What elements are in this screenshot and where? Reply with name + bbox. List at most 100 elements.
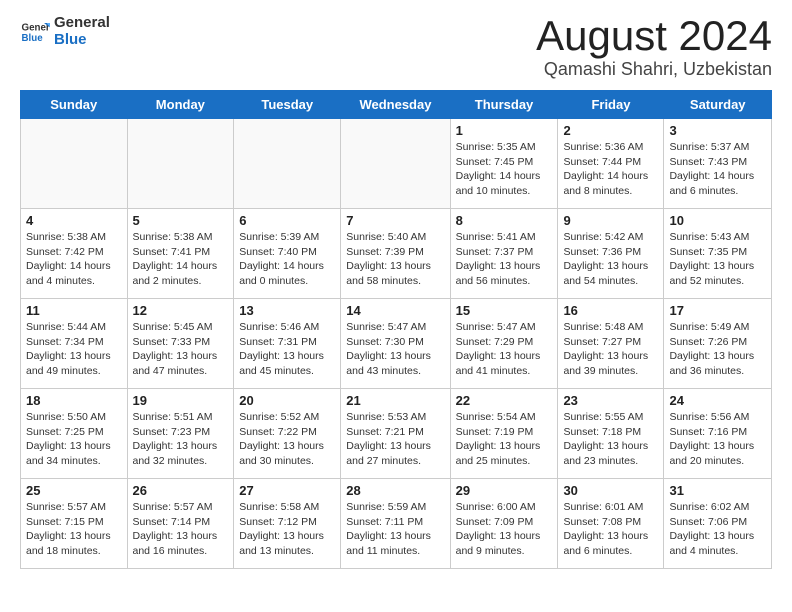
day-number: 22 <box>456 393 553 408</box>
month-title: August 2024 <box>536 15 772 57</box>
day-cell-4-1: 26 Sunrise: 5:57 AM Sunset: 7:14 PM Dayli… <box>127 479 234 569</box>
col-saturday: Saturday <box>664 91 772 119</box>
day-cell-2-2: 13Sunrise: 5:46 AM Sunset: 7:31 PM Dayli… <box>234 299 341 389</box>
week-row-5: 25 Sunrise: 5:57 AM Sunset: 7:15 PM Dayli… <box>21 479 772 569</box>
day-cell-3-2: 20Sunrise: 5:52 AM Sunset: 7:22 PM Dayli… <box>234 389 341 479</box>
day-info: Sunrise: 5:58 AM Sunset: 7:12 PM Dayligh… <box>239 500 335 559</box>
day-cell-0-4: 1 Sunrise: 5:35 AM Sunset: 7:45 PM Daylig… <box>450 119 558 209</box>
day-cell-2-1: 12 Sunrise: 5:45 AM Sunset: 7:33 PM Dayli… <box>127 299 234 389</box>
days-of-week-row: Sunday Monday Tuesday Wednesday Thursday… <box>21 91 772 119</box>
day-number: 15 <box>456 303 553 318</box>
day-cell-3-0: 18Sunrise: 5:50 AM Sunset: 7:25 PM Dayli… <box>21 389 128 479</box>
day-number: 1 <box>456 123 553 138</box>
day-number: 2 <box>563 123 658 138</box>
day-cell-3-3: 21 Sunrise: 5:53 AM Sunset: 7:21 PM Dayli… <box>341 389 450 479</box>
col-friday: Friday <box>558 91 664 119</box>
page-header: General Blue General Blue August 2024 Qa… <box>0 0 792 90</box>
day-info: Sunrise: 5:49 AM Sunset: 7:26 PM Dayligh… <box>669 320 766 379</box>
day-number: 19 <box>133 393 229 408</box>
day-cell-1-4: 8 Sunrise: 5:41 AM Sunset: 7:37 PM Daylig… <box>450 209 558 299</box>
day-info: Sunrise: 6:01 AM Sunset: 7:08 PM Dayligh… <box>563 500 658 559</box>
day-info: Sunrise: 5:53 AM Sunset: 7:21 PM Dayligh… <box>346 410 444 469</box>
day-info: Sunrise: 5:48 AM Sunset: 7:27 PM Dayligh… <box>563 320 658 379</box>
day-cell-0-2 <box>234 119 341 209</box>
day-info: Sunrise: 5:45 AM Sunset: 7:33 PM Dayligh… <box>133 320 229 379</box>
day-info: Sunrise: 5:55 AM Sunset: 7:18 PM Dayligh… <box>563 410 658 469</box>
day-cell-3-5: 23 Sunrise: 5:55 AM Sunset: 7:18 PM Dayli… <box>558 389 664 479</box>
day-info: Sunrise: 5:46 AM Sunset: 7:31 PM Dayligh… <box>239 320 335 379</box>
day-cell-4-2: 27Sunrise: 5:58 AM Sunset: 7:12 PM Dayli… <box>234 479 341 569</box>
day-cell-2-6: 17Sunrise: 5:49 AM Sunset: 7:26 PM Dayli… <box>664 299 772 389</box>
day-info: Sunrise: 5:51 AM Sunset: 7:23 PM Dayligh… <box>133 410 229 469</box>
day-cell-2-0: 11 Sunrise: 5:44 AM Sunset: 7:34 PM Dayli… <box>21 299 128 389</box>
day-cell-0-1 <box>127 119 234 209</box>
day-number: 6 <box>239 213 335 228</box>
day-cell-3-4: 22Sunrise: 5:54 AM Sunset: 7:19 PM Dayli… <box>450 389 558 479</box>
calendar-header: Sunday Monday Tuesday Wednesday Thursday… <box>21 91 772 119</box>
day-cell-0-3 <box>341 119 450 209</box>
day-cell-1-1: 5 Sunrise: 5:38 AM Sunset: 7:41 PM Daylig… <box>127 209 234 299</box>
day-number: 8 <box>456 213 553 228</box>
col-tuesday: Tuesday <box>234 91 341 119</box>
day-cell-1-5: 9Sunrise: 5:42 AM Sunset: 7:36 PM Daylig… <box>558 209 664 299</box>
day-number: 5 <box>133 213 229 228</box>
day-number: 28 <box>346 483 444 498</box>
day-cell-0-5: 2Sunrise: 5:36 AM Sunset: 7:44 PM Daylig… <box>558 119 664 209</box>
day-number: 11 <box>26 303 122 318</box>
logo-name-blue: Blue <box>54 32 110 49</box>
day-number: 12 <box>133 303 229 318</box>
day-info: Sunrise: 5:42 AM Sunset: 7:36 PM Dayligh… <box>563 230 658 289</box>
day-number: 3 <box>669 123 766 138</box>
day-number: 4 <box>26 213 122 228</box>
day-cell-3-6: 24 Sunrise: 5:56 AM Sunset: 7:16 PM Dayli… <box>664 389 772 479</box>
week-row-1: 1 Sunrise: 5:35 AM Sunset: 7:45 PM Daylig… <box>21 119 772 209</box>
day-cell-2-3: 14Sunrise: 5:47 AM Sunset: 7:30 PM Dayli… <box>341 299 450 389</box>
calendar-body: 1 Sunrise: 5:35 AM Sunset: 7:45 PM Daylig… <box>21 119 772 569</box>
day-number: 20 <box>239 393 335 408</box>
day-cell-4-0: 25 Sunrise: 5:57 AM Sunset: 7:15 PM Dayli… <box>21 479 128 569</box>
day-cell-0-6: 3 Sunrise: 5:37 AM Sunset: 7:43 PM Daylig… <box>664 119 772 209</box>
day-cell-1-3: 7Sunrise: 5:40 AM Sunset: 7:39 PM Daylig… <box>341 209 450 299</box>
day-info: Sunrise: 5:37 AM Sunset: 7:43 PM Dayligh… <box>669 140 766 199</box>
day-number: 26 <box>133 483 229 498</box>
title-block: August 2024 Qamashi Shahri, Uzbekistan <box>536 15 772 80</box>
day-info: Sunrise: 5:41 AM Sunset: 7:37 PM Dayligh… <box>456 230 553 289</box>
day-cell-2-5: 16 Sunrise: 5:48 AM Sunset: 7:27 PM Dayli… <box>558 299 664 389</box>
col-sunday: Sunday <box>21 91 128 119</box>
day-info: Sunrise: 5:38 AM Sunset: 7:41 PM Dayligh… <box>133 230 229 289</box>
col-thursday: Thursday <box>450 91 558 119</box>
day-info: Sunrise: 5:38 AM Sunset: 7:42 PM Dayligh… <box>26 230 122 289</box>
day-number: 31 <box>669 483 766 498</box>
day-number: 29 <box>456 483 553 498</box>
week-row-4: 18Sunrise: 5:50 AM Sunset: 7:25 PM Dayli… <box>21 389 772 479</box>
day-info: Sunrise: 5:47 AM Sunset: 7:29 PM Dayligh… <box>456 320 553 379</box>
day-number: 16 <box>563 303 658 318</box>
week-row-3: 11 Sunrise: 5:44 AM Sunset: 7:34 PM Dayli… <box>21 299 772 389</box>
day-number: 18 <box>26 393 122 408</box>
day-cell-1-6: 10 Sunrise: 5:43 AM Sunset: 7:35 PM Dayli… <box>664 209 772 299</box>
day-number: 30 <box>563 483 658 498</box>
day-info: Sunrise: 5:44 AM Sunset: 7:34 PM Dayligh… <box>26 320 122 379</box>
col-wednesday: Wednesday <box>341 91 450 119</box>
week-row-2: 4 Sunrise: 5:38 AM Sunset: 7:42 PM Daylig… <box>21 209 772 299</box>
day-number: 7 <box>346 213 444 228</box>
day-number: 24 <box>669 393 766 408</box>
day-info: Sunrise: 5:43 AM Sunset: 7:35 PM Dayligh… <box>669 230 766 289</box>
day-info: Sunrise: 5:35 AM Sunset: 7:45 PM Dayligh… <box>456 140 553 199</box>
day-number: 21 <box>346 393 444 408</box>
day-cell-4-5: 30 Sunrise: 6:01 AM Sunset: 7:08 PM Dayli… <box>558 479 664 569</box>
day-cell-3-1: 19 Sunrise: 5:51 AM Sunset: 7:23 PM Dayli… <box>127 389 234 479</box>
logo-icon: General Blue <box>20 17 50 47</box>
calendar-table: Sunday Monday Tuesday Wednesday Thursday… <box>20 90 772 569</box>
day-info: Sunrise: 5:57 AM Sunset: 7:15 PM Dayligh… <box>26 500 122 559</box>
day-info: Sunrise: 6:02 AM Sunset: 7:06 PM Dayligh… <box>669 500 766 559</box>
day-number: 23 <box>563 393 658 408</box>
day-info: Sunrise: 5:56 AM Sunset: 7:16 PM Dayligh… <box>669 410 766 469</box>
day-cell-0-0 <box>21 119 128 209</box>
col-monday: Monday <box>127 91 234 119</box>
day-number: 25 <box>26 483 122 498</box>
day-info: Sunrise: 6:00 AM Sunset: 7:09 PM Dayligh… <box>456 500 553 559</box>
day-cell-4-3: 28Sunrise: 5:59 AM Sunset: 7:11 PM Dayli… <box>341 479 450 569</box>
day-info: Sunrise: 5:57 AM Sunset: 7:14 PM Dayligh… <box>133 500 229 559</box>
day-number: 10 <box>669 213 766 228</box>
